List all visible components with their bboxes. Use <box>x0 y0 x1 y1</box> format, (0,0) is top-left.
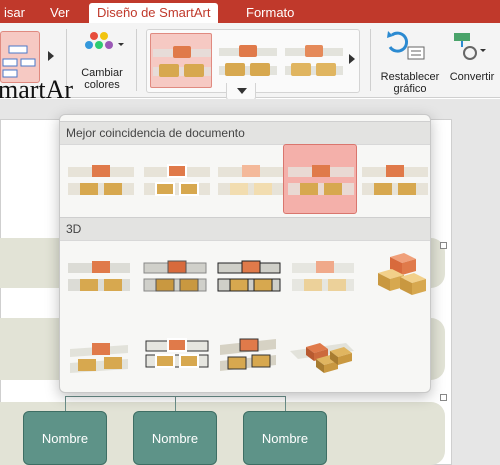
style-thumb[interactable] <box>217 33 279 88</box>
style-option-3d-3[interactable] <box>214 245 288 315</box>
convert-icon <box>454 33 486 60</box>
convert-label: Convertir <box>449 71 495 83</box>
style-thumb-selected[interactable] <box>150 33 212 88</box>
style-option-3d-5[interactable] <box>360 243 430 313</box>
resize-handle[interactable] <box>440 394 447 401</box>
resize-handle[interactable] <box>440 242 447 249</box>
tab-revisar[interactable]: isar <box>0 3 33 23</box>
style-option-3d-1[interactable] <box>64 245 138 315</box>
ribbon-separator <box>370 29 371 91</box>
reset-graphic-label: Restablecer gráfico <box>380 71 440 95</box>
change-colors-button[interactable]: Cambiar colores <box>74 29 130 95</box>
style-option-3d-9[interactable] <box>286 321 360 391</box>
connector-line <box>175 396 176 411</box>
style-option-best-3[interactable] <box>214 147 288 217</box>
style-option-3d-2[interactable] <box>140 245 214 315</box>
style-option-best-1[interactable] <box>64 147 138 217</box>
layouts-scroll-right-icon[interactable] <box>48 51 54 61</box>
gallery-scroll-right-icon[interactable] <box>349 54 355 64</box>
tab-smartart-design[interactable]: Diseño de SmartArt <box>89 3 219 23</box>
tab-formato[interactable]: Formato <box>238 3 302 23</box>
style-option-best-4-selected[interactable] <box>283 144 357 214</box>
ribbon-tab-bar: isar Ver Diseño de SmartArt Formato <box>0 0 500 23</box>
style-option-3d-7[interactable] <box>140 321 214 391</box>
style-option-3d-4[interactable] <box>288 245 362 315</box>
connector-line <box>65 396 66 411</box>
reset-graphic-icon <box>387 31 425 60</box>
org-node-2[interactable]: Nombre <box>133 411 217 465</box>
reset-graphic-button[interactable]: Restablecer gráfico <box>378 29 442 95</box>
slide-title-text[interactable]: martAr <box>0 75 73 105</box>
style-option-3d-6[interactable] <box>64 321 138 391</box>
style-option-best-2[interactable] <box>140 147 214 217</box>
style-option-best-5[interactable] <box>358 147 430 217</box>
org-node-3[interactable]: Nombre <box>243 411 327 465</box>
style-option-3d-8[interactable] <box>214 321 288 391</box>
tab-ver[interactable]: Ver <box>42 3 78 23</box>
ribbon-separator <box>136 29 137 91</box>
section-header-3d: 3D <box>60 217 430 241</box>
org-node-1[interactable]: Nombre <box>23 411 107 465</box>
smartart-styles-panel: Mejor coincidencia de documento 3D <box>59 114 431 393</box>
style-thumb[interactable] <box>283 33 345 88</box>
section-header-best-match: Mejor coincidencia de documento <box>60 121 430 145</box>
connector-line <box>285 396 286 411</box>
color-palette-icon <box>85 32 124 49</box>
change-colors-label: Cambiar colores <box>81 67 123 91</box>
convert-button[interactable]: Convertir <box>444 29 500 95</box>
